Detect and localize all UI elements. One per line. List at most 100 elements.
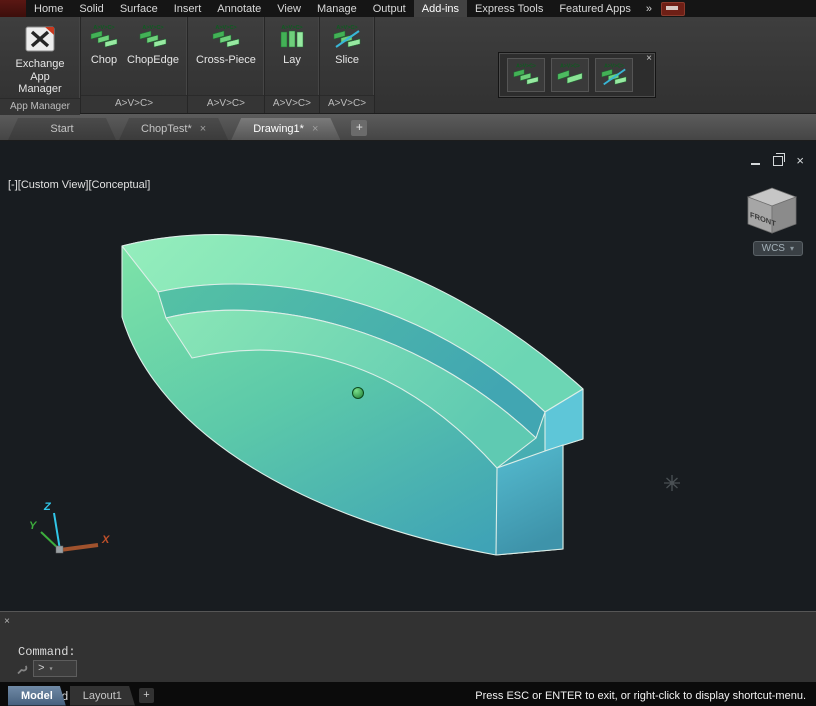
palette-chopedge-button[interactable]: A>V>C> [551, 58, 589, 92]
y-axis-label: Y [29, 520, 38, 532]
file-tab-label: Start [50, 123, 73, 135]
ucs-icon[interactable]: Z Y X [29, 501, 110, 553]
close-tab-icon[interactable]: × [200, 123, 206, 135]
wcs-label: WCS [762, 243, 785, 254]
connect-icon[interactable] [661, 2, 685, 16]
model-tab[interactable]: Model [8, 686, 66, 706]
ribbon-tab-bar: Home Solid Surface Insert Annotate View … [0, 0, 816, 17]
minimize-icon[interactable] [751, 163, 760, 165]
cross-piece-button[interactable]: A>V>C> Cross-Piece [193, 20, 259, 69]
close-tab-icon[interactable]: × [312, 123, 318, 135]
wcs-dropdown[interactable]: WCS ▾ [753, 241, 803, 256]
ribbon-panel-avc-slice: A>V>C> Slice A>V>C> [320, 17, 375, 113]
ribbon-panel-app-manager: Exchange App Manager App Manager [0, 17, 81, 113]
menu-tab-manage[interactable]: Manage [309, 0, 365, 17]
palette-close-icon[interactable]: × [646, 53, 652, 65]
slice-button[interactable]: A>V>C> Slice [329, 20, 365, 69]
avc-stairs-icon: A>V>C> [211, 22, 241, 52]
svg-text:A>V>C>: A>V>C> [93, 25, 114, 31]
close-icon[interactable]: × [796, 154, 804, 167]
file-tab-bar: Start ChopTest* × Drawing1* × + [0, 114, 816, 141]
command-prompt-box[interactable]: > ▾ [33, 660, 77, 677]
slice-icon: A>V>C> [332, 22, 362, 52]
view-cube-icon: FRONT [740, 181, 804, 237]
viewport-canvas[interactable]: Z Y X [0, 141, 816, 611]
prompt-chevron-icon: ▾ [49, 664, 54, 674]
menu-tab-insert[interactable]: Insert [166, 0, 210, 17]
restore-icon[interactable] [773, 156, 783, 166]
ribbon-panel-avc-chop: A>V>C> Chop A>V>C> [81, 17, 188, 113]
ribbon: Exchange App Manager App Manager A>V>C> [0, 17, 816, 114]
button-label: Lay [283, 54, 301, 67]
panel-title-avc[interactable]: A>V>C> [265, 95, 319, 113]
menu-tab-output[interactable]: Output [365, 0, 414, 17]
menu-tab-home[interactable]: Home [26, 0, 71, 17]
lay-planks-icon: A>V>C> [277, 22, 307, 52]
panel-title-avc[interactable]: A>V>C> [81, 95, 187, 113]
panel-title-avc[interactable]: A>V>C> [320, 95, 374, 113]
svg-text:A>V>C>: A>V>C> [215, 25, 236, 31]
model-viewport[interactable]: Z Y X [-][Custom View][Conceptual] × FRO… [0, 141, 816, 611]
file-tab-label: Drawing1* [253, 123, 304, 135]
command-line: Command: [18, 645, 812, 660]
menu-tab-solid[interactable]: Solid [71, 0, 111, 17]
new-drawing-button[interactable]: + [351, 120, 367, 136]
ribbon-overflow-chevron[interactable]: » [639, 0, 659, 17]
svg-text:A>V>C>: A>V>C> [604, 64, 624, 70]
button-label: ChopEdge [127, 54, 179, 67]
z-axis-label: Z [43, 501, 52, 513]
x-axis-label: X [101, 534, 110, 546]
button-label: Cross-Piece [196, 54, 256, 67]
ribbon-panel-avc-crosspiece: A>V>C> Cross-Piece A>V>C> [188, 17, 265, 113]
menu-tab-featured-apps[interactable]: Featured Apps [551, 0, 639, 17]
menu-tab-annotate[interactable]: Annotate [209, 0, 269, 17]
app-logo-icon[interactable] [0, 0, 26, 17]
avc-stairs-icon: A>V>C> [512, 61, 540, 89]
autocad-window: Home Solid Surface Insert Annotate View … [0, 0, 816, 706]
button-label: Slice [335, 54, 359, 67]
point-marker-sphere[interactable] [353, 388, 364, 399]
viewport-window-controls: × [751, 154, 804, 167]
palette-chop-button[interactable]: A>V>C> [507, 58, 545, 92]
avc-stairs-icon: A>V>C> [556, 61, 584, 89]
menu-tab-view[interactable]: View [269, 0, 309, 17]
chevron-down-icon: ▾ [790, 244, 794, 253]
layout1-tab[interactable]: Layout1 [70, 686, 135, 706]
menu-tab-express-tools[interactable]: Express Tools [467, 0, 551, 17]
command-input-row: > ▾ [16, 660, 77, 677]
pivot-gizmo-icon [664, 475, 680, 491]
palette-slice-button[interactable]: A>V>C> [595, 58, 633, 92]
menu-tab-add-ins[interactable]: Add-ins [414, 0, 467, 17]
panel-title-avc[interactable]: A>V>C> [188, 95, 264, 113]
avc-stairs-icon: A>V>C> [89, 22, 119, 52]
menu-tab-surface[interactable]: Surface [112, 0, 166, 17]
view-cube[interactable]: FRONT [740, 181, 804, 242]
avc-toolbar-palette[interactable]: × A>V>C> A>V>C> A>V>C> [498, 52, 656, 98]
exchange-app-manager-icon [23, 22, 57, 56]
customize-icon[interactable] [16, 663, 28, 675]
command-line: Command: _STST [18, 690, 812, 705]
file-tab-drawing1[interactable]: Drawing1* × [231, 118, 340, 140]
command-close-icon[interactable]: × [4, 617, 10, 628]
viewport-controls-label[interactable]: [-][Custom View][Conceptual] [8, 179, 150, 191]
button-label: Chop [91, 54, 117, 67]
file-tab-label: ChopTest* [141, 123, 192, 135]
command-prompt: > [38, 663, 45, 675]
ribbon-panel-avc-lay: A>V>C> Lay A>V>C> [265, 17, 320, 113]
exchange-app-manager-button[interactable]: Exchange App Manager [5, 20, 75, 98]
file-tab-start[interactable]: Start [8, 118, 116, 140]
svg-text:A>V>C>: A>V>C> [142, 25, 163, 31]
file-tab-choptest[interactable]: ChopTest* × [119, 118, 228, 140]
avc-stairs-icon: A>V>C> [138, 22, 168, 52]
lay-button[interactable]: A>V>C> Lay [274, 20, 310, 69]
svg-text:A>V>C>: A>V>C> [516, 64, 536, 70]
button-label: Exchange App Manager [8, 58, 72, 96]
chop-button[interactable]: A>V>C> Chop [86, 20, 122, 69]
svg-text:A>V>C>: A>V>C> [281, 25, 302, 31]
svg-text:A>V>C>: A>V>C> [336, 25, 357, 31]
command-line-panel[interactable]: × Command: Command: _STST Select solid: … [0, 611, 816, 682]
chopedge-button[interactable]: A>V>C> ChopEdge [124, 20, 182, 69]
svg-text:A>V>C>: A>V>C> [560, 64, 580, 70]
slice-icon: A>V>C> [600, 61, 628, 89]
panel-title-app-manager[interactable]: App Manager [0, 98, 80, 115]
